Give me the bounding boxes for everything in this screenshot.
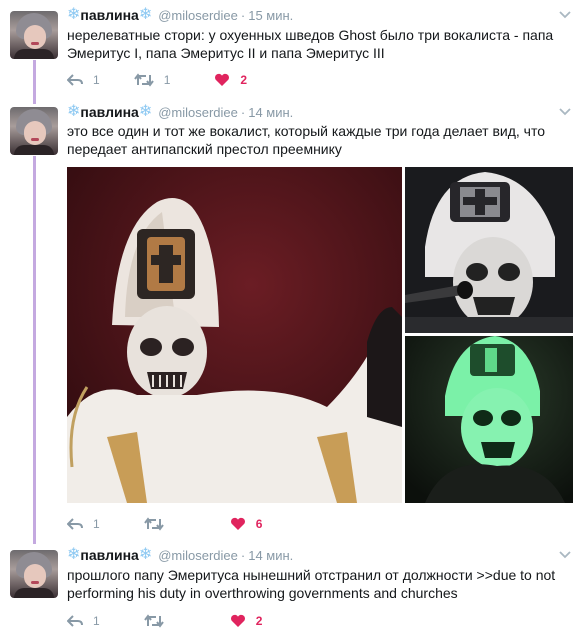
reply-button[interactable]: 1 [67, 73, 100, 87]
photo-top-right-graphic [405, 167, 573, 333]
media-grid [67, 167, 573, 503]
user-handle[interactable]: @miloserdiee [158, 105, 238, 120]
like-count: 2 [240, 73, 248, 87]
timestamp[interactable]: 14 мин. [248, 548, 293, 563]
timestamp[interactable]: 14 мин. [248, 105, 293, 120]
snowflake-icon: ❄ [138, 546, 153, 563]
reply-icon [67, 518, 83, 530]
user-handle[interactable]: @miloserdiee [158, 8, 238, 23]
like-button[interactable]: 2 [214, 73, 247, 87]
reply-count: 1 [93, 73, 100, 87]
tweet[interactable]: ❄ павлина ❄ @miloserdiee · 14 мин. это в… [0, 100, 580, 540]
like-count: 2 [255, 614, 263, 628]
like-count: 6 [255, 517, 263, 531]
reply-icon [67, 74, 83, 86]
heart-icon [230, 517, 245, 530]
snowflake-icon: ❄ [67, 6, 81, 23]
tweet-text: прошлого папу Эмеритуса нынешний отстран… [67, 567, 556, 601]
avatar[interactable] [10, 550, 58, 598]
chevron-down-icon[interactable] [558, 7, 572, 21]
photo-main-graphic [67, 167, 402, 503]
heart-icon [230, 614, 245, 627]
avatar[interactable] [10, 11, 58, 59]
reply-count: 1 [93, 614, 100, 628]
photo-top-right[interactable] [405, 167, 573, 333]
reply-button[interactable]: 1 [67, 614, 100, 628]
tweet-text: нерелеватные стори: у охуенных шведов Gh… [67, 27, 554, 61]
reply-count: 1 [93, 517, 100, 531]
like-button[interactable]: 2 [230, 614, 263, 628]
retweet-count: 1 [163, 73, 171, 87]
snowflake-icon: ❄ [138, 103, 153, 120]
snowflake-icon: ❄ [67, 103, 81, 120]
timestamp[interactable]: 15 мин. [248, 8, 293, 23]
like-button[interactable]: 6 [230, 517, 263, 531]
heart-icon [215, 73, 230, 86]
display-name[interactable]: павлина [80, 104, 138, 120]
avatar[interactable] [10, 107, 58, 155]
snowflake-icon: ❄ [67, 546, 81, 563]
photo-bottom-right[interactable] [405, 336, 573, 503]
retweet-button[interactable] [143, 517, 174, 531]
display-name[interactable]: павлина [80, 7, 138, 23]
reply-button[interactable]: 1 [67, 517, 100, 531]
reply-icon [67, 615, 83, 627]
retweet-icon [133, 73, 154, 87]
snowflake-icon: ❄ [138, 6, 153, 23]
retweet-icon [143, 614, 164, 628]
tweet[interactable]: ❄ павлина ❄ @miloserdiee · 15 мин. нерел… [0, 0, 580, 100]
user-handle[interactable]: @miloserdiee [158, 548, 238, 563]
photo-main[interactable] [67, 167, 402, 503]
tweet-text: это все один и тот же вокалист, который … [67, 123, 546, 157]
photo-bottom-right-graphic [405, 336, 573, 503]
chevron-down-icon[interactable] [558, 104, 572, 118]
retweet-button[interactable]: 1 [133, 73, 171, 87]
display-name[interactable]: павлина [80, 547, 138, 563]
retweet-icon [143, 517, 164, 531]
retweet-button[interactable] [143, 614, 174, 628]
tweet[interactable]: ❄ павлина ❄ @miloserdiee · 14 мин. прошл… [0, 541, 580, 639]
chevron-down-icon[interactable] [558, 547, 572, 561]
